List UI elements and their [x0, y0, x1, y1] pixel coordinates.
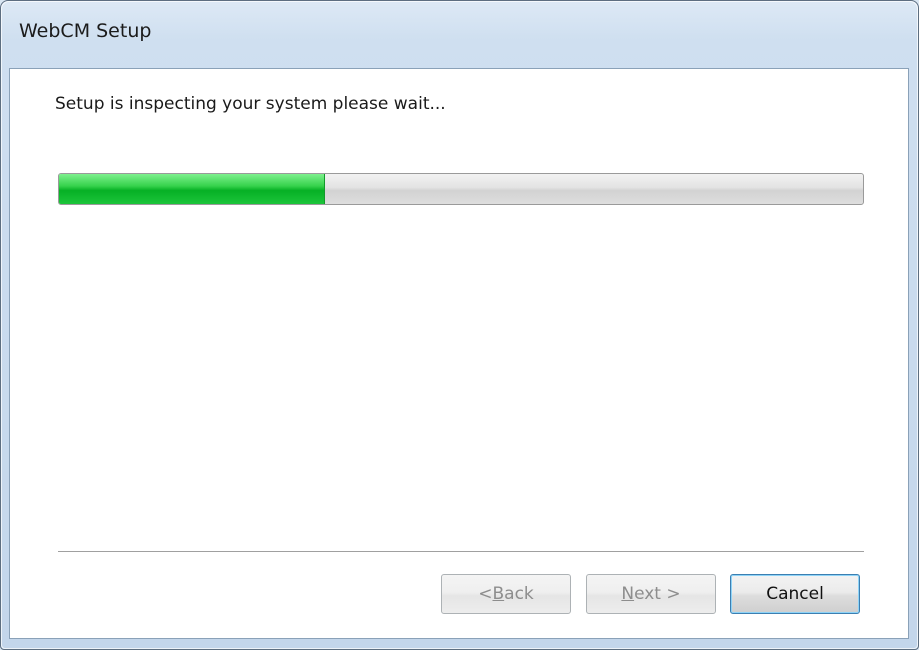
status-message: Setup is inspecting your system please w…	[55, 94, 446, 114]
progress-bar-fill	[59, 174, 326, 204]
next-button[interactable]: Next >	[586, 574, 716, 614]
button-separator	[58, 551, 864, 553]
progress-bar	[58, 173, 864, 205]
cancel-button[interactable]: Cancel	[730, 574, 860, 614]
window-title: WebCM Setup	[19, 20, 152, 42]
back-button[interactable]: < Back	[441, 574, 571, 614]
title-bar[interactable]: WebCM Setup	[1, 1, 918, 67]
setup-window: WebCM Setup Setup is inspecting your sys…	[0, 0, 919, 650]
content-area: Setup is inspecting your system please w…	[9, 68, 909, 639]
